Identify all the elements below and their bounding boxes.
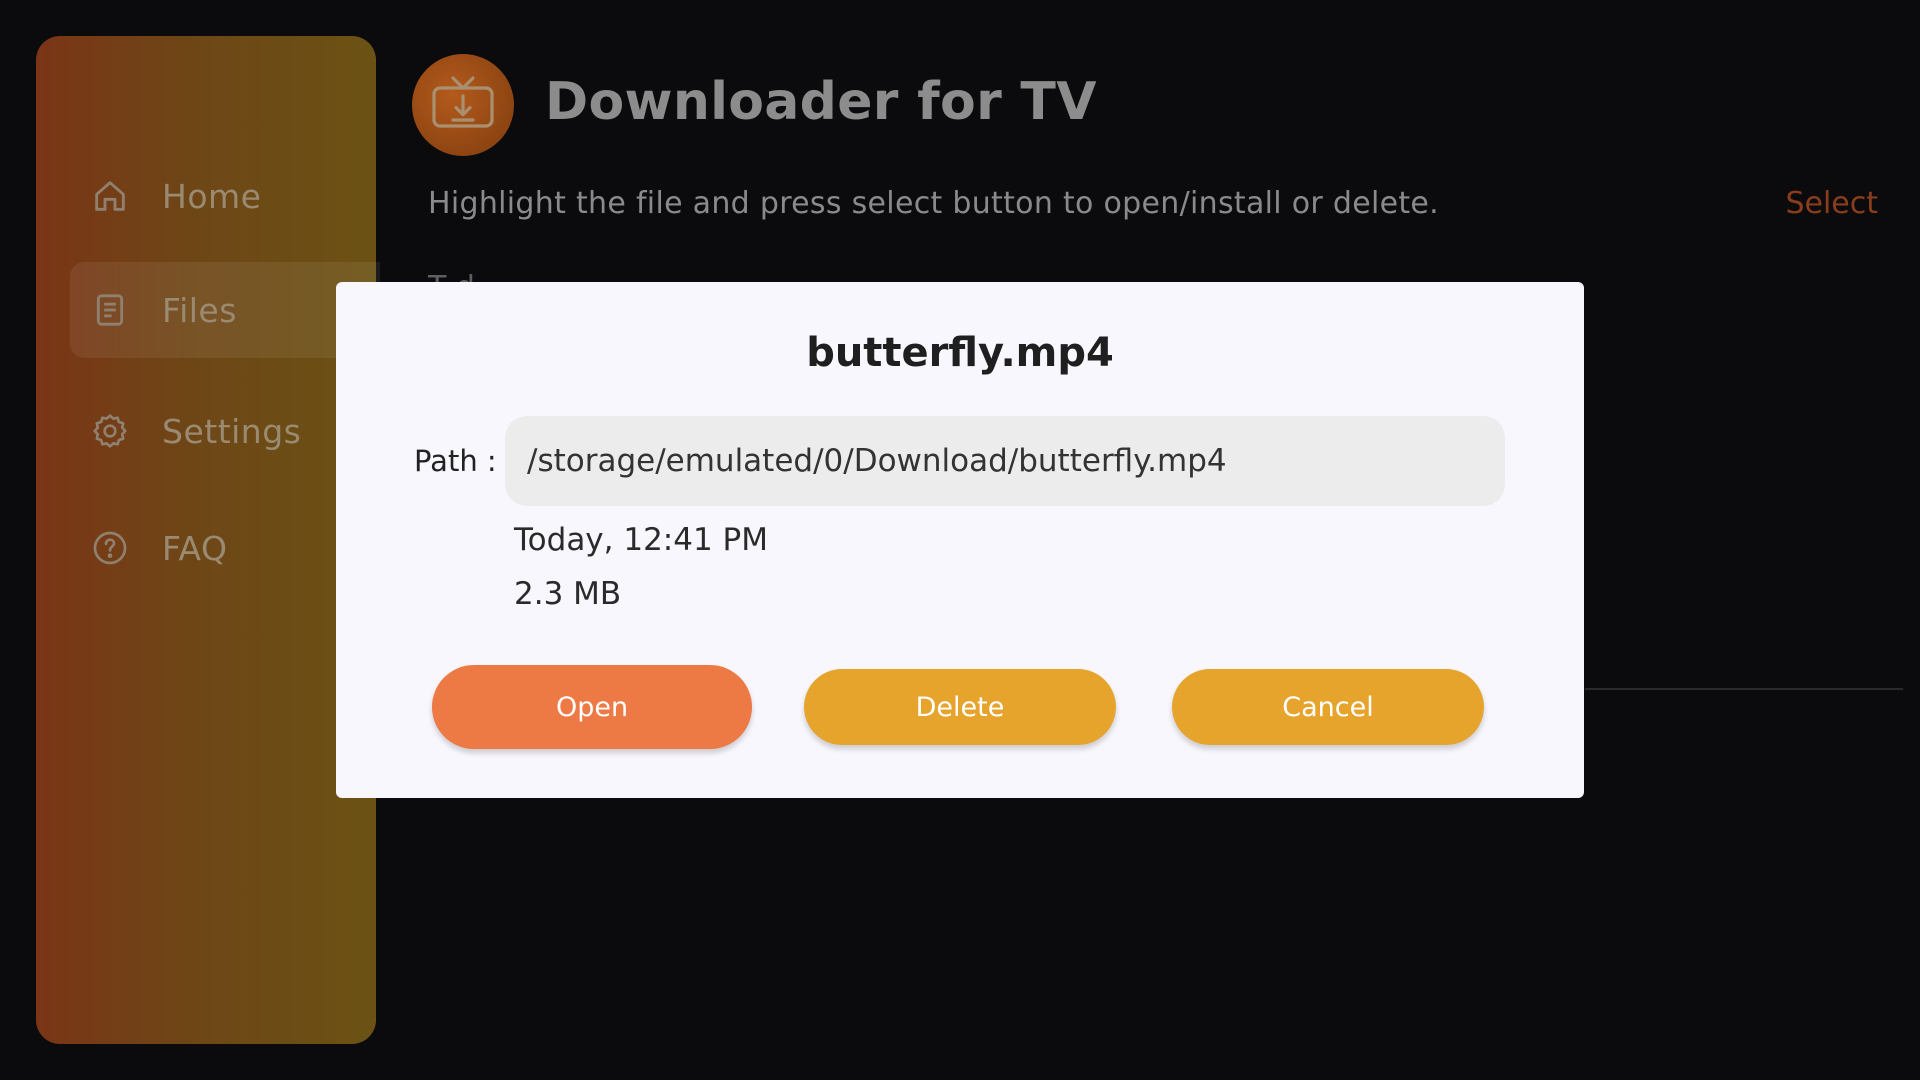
cancel-button[interactable]: Cancel bbox=[1172, 669, 1484, 745]
screen: Home Files Settings FAQ Downloader for T… bbox=[0, 0, 1920, 1080]
help-circle-icon bbox=[88, 526, 132, 570]
file-size: 2.3 MB bbox=[514, 576, 622, 612]
path-field: /storage/emulated/0/Download/butterfly.m… bbox=[505, 416, 1505, 506]
instruction-text: Highlight the file and press select butt… bbox=[428, 186, 1440, 221]
sidebar-item-label: Settings bbox=[162, 411, 302, 451]
app-title: Downloader for TV bbox=[545, 72, 1097, 132]
dialog-title: butterfly.mp4 bbox=[806, 330, 1114, 376]
sidebar-item-label: FAQ bbox=[162, 528, 228, 568]
sidebar-item-label: Home bbox=[162, 176, 262, 216]
file-date: Today, 12:41 PM bbox=[514, 522, 768, 558]
file-dialog: butterfly.mp4 Path : /storage/emulated/0… bbox=[336, 282, 1584, 798]
tv-download-icon bbox=[412, 54, 514, 156]
gear-icon bbox=[88, 409, 132, 453]
sidebar-item-home[interactable]: Home bbox=[70, 152, 370, 240]
path-label: Path : bbox=[414, 444, 497, 478]
select-button[interactable]: Select bbox=[1785, 186, 1878, 221]
home-icon bbox=[88, 174, 132, 218]
sidebar-item-files[interactable]: Files bbox=[70, 262, 380, 358]
file-icon bbox=[88, 288, 132, 332]
sidebar-item-settings[interactable]: Settings bbox=[70, 387, 370, 475]
sidebar-item-faq[interactable]: FAQ bbox=[70, 504, 370, 592]
sidebar: Home Files Settings FAQ bbox=[36, 36, 380, 1044]
delete-button[interactable]: Delete bbox=[804, 669, 1116, 745]
divider bbox=[1585, 688, 1903, 690]
open-button[interactable]: Open bbox=[432, 665, 752, 749]
sidebar-item-label: Files bbox=[162, 290, 237, 330]
